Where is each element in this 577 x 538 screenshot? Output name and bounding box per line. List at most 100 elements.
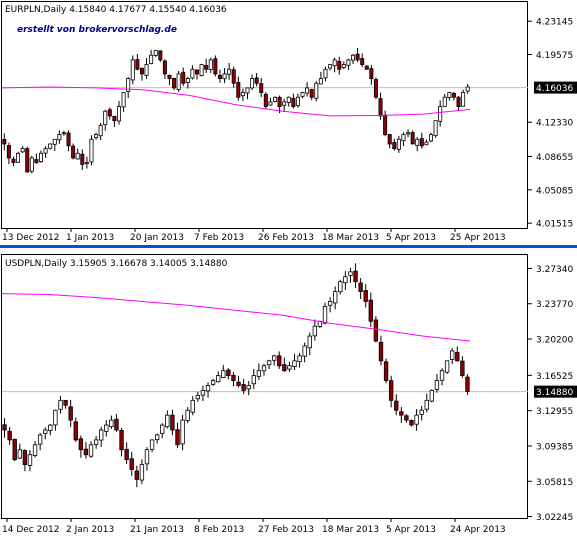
candle-body [337, 60, 342, 70]
candle-body [176, 73, 181, 90]
candle-body [341, 64, 346, 69]
top-symbol-header: EURPLN,Daily 4.15840 4.17677 4.15540 4.1… [5, 5, 227, 15]
x-tick-label: 20 Jan 2013 [130, 233, 184, 243]
candle-body [460, 360, 465, 377]
y-tick-label: 4.19575 [536, 51, 573, 61]
candle-body [22, 450, 28, 466]
chart-canvas: EURPLN,Daily 4.15840 4.17677 4.15540 4.1… [0, 1, 577, 535]
candle-body [429, 390, 435, 402]
candle-body [112, 115, 117, 122]
candle-body [231, 375, 236, 381]
candle-body [369, 68, 374, 79]
candle-body [43, 148, 48, 154]
candle-body [205, 385, 211, 392]
current-price-label: 4.16036 [536, 84, 573, 94]
candle-body [424, 399, 429, 410]
x-tick-label: 27 Feb 2013 [258, 525, 314, 535]
candle-body [263, 93, 268, 107]
x-tick-label: 7 Feb 2013 [194, 233, 244, 243]
candle-body [307, 335, 312, 349]
y-tick-label: 4.12330 [536, 119, 573, 129]
x-tick-label: 18 Mar 2013 [322, 233, 379, 243]
candle-body [277, 96, 282, 107]
candle-body [93, 439, 99, 445]
candle-body [327, 301, 333, 306]
candle-body [447, 92, 452, 98]
candle-body [149, 439, 155, 450]
y-tick-label: 3.20200 [536, 336, 573, 346]
candle-body [2, 139, 7, 145]
candle-body [27, 454, 33, 466]
x-tick-label: 24 Apr 2013 [450, 525, 506, 535]
candle-body [227, 68, 232, 75]
candle-body [104, 424, 109, 432]
candle-body [32, 444, 38, 456]
candle-body [433, 120, 438, 137]
candle-body [7, 430, 12, 441]
candle-body [246, 385, 251, 390]
candle-body [162, 60, 167, 75]
x-tick-label: 2 Jan 2013 [66, 525, 114, 535]
candle-body [144, 449, 150, 465]
candle-body [250, 78, 255, 89]
candle-body [68, 406, 73, 421]
y-tick-label: 3.27340 [536, 265, 573, 275]
candle-body [61, 132, 66, 135]
candle-body [277, 355, 282, 367]
candle-body [312, 325, 318, 337]
candle-body [221, 370, 226, 378]
candle-body [25, 148, 30, 173]
candle-body [461, 92, 466, 107]
candle-body [135, 59, 140, 70]
x-tick-label: 14 Dec 2012 [2, 525, 60, 535]
candle-body [373, 79, 378, 98]
candle-body [388, 380, 394, 401]
candle-body [200, 390, 206, 396]
candle-body [450, 350, 455, 360]
candle-body [424, 141, 429, 146]
candle-body [409, 420, 414, 426]
candle-body [302, 345, 307, 357]
candle-body [434, 380, 440, 390]
candle-body [256, 370, 262, 377]
x-tick-label: 5 Apr 2013 [386, 525, 436, 535]
candle-body [399, 411, 404, 416]
candle-body [17, 449, 22, 459]
candle-body [20, 148, 25, 153]
x-tick-label: 8 Feb 2013 [194, 525, 244, 535]
candle-body [346, 59, 351, 66]
candle-body [442, 96, 447, 107]
candle-body [6, 145, 11, 159]
candle-body [373, 319, 379, 342]
candle-body [465, 376, 470, 392]
candle-body [456, 96, 461, 107]
candle-body [300, 92, 305, 97]
candle-body [318, 78, 323, 85]
candle-body [116, 106, 122, 122]
candle-body [261, 365, 267, 372]
candle-body [167, 74, 172, 79]
candle-body [84, 162, 89, 165]
candle-body [332, 59, 337, 67]
candle-body [109, 419, 114, 427]
candle-body [355, 53, 360, 61]
candle-body [99, 429, 104, 441]
candle-body [378, 341, 384, 362]
moving-average-line [1, 293, 471, 342]
bottom-chart-layer: 3.27340 3.23770 3.20200 3.16525 3.14880 3.129… [1, 263, 577, 535]
candle-body [52, 138, 57, 145]
candle-body [38, 152, 44, 162]
candle-body [358, 282, 363, 292]
candle-body [16, 152, 21, 163]
candle-body [103, 110, 108, 126]
x-tick-label: 13 Dec 2012 [2, 233, 60, 243]
y-tick-label: 3.09385 [536, 442, 573, 452]
moving-average-line [1, 86, 471, 117]
watermark: erstellt von brokervorschlag.de [17, 25, 177, 35]
candle-body [297, 355, 302, 362]
candle-body [266, 360, 272, 366]
candle-body [364, 65, 369, 70]
candle-body [271, 355, 277, 361]
candle-body [88, 444, 94, 457]
candle-body [414, 414, 419, 425]
